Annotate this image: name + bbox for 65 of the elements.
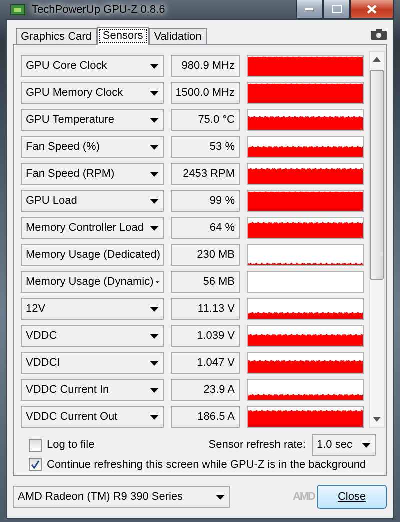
vendor-logo: AMD (292, 490, 315, 505)
caret-icon (150, 388, 159, 392)
caret-icon (150, 144, 159, 150)
camera-icon[interactable] (371, 29, 387, 40)
minimize-icon (305, 8, 314, 10)
sensor-value: 1.039 V (171, 325, 240, 347)
sensor-value: 53 % (171, 136, 240, 158)
tab[interactable]: Validation (149, 28, 207, 44)
log-to-file-checkbox[interactable]: Log to file (29, 438, 95, 452)
sensor-select[interactable]: GPU Memory Clock (21, 82, 164, 104)
sensor-select[interactable]: VDDC Current In (21, 379, 164, 401)
close-window-button[interactable] (350, 0, 394, 19)
sensor-select[interactable]: 12V (21, 298, 164, 320)
tab[interactable]: Graphics Card (16, 28, 97, 44)
continue-refreshing-checkbox[interactable]: Continue refreshing this screen while GPU-Z is in the background (29, 458, 366, 471)
caret-icon (150, 172, 159, 176)
caret-icon (150, 118, 159, 122)
minimize-button[interactable] (296, 0, 323, 19)
sensor-value: 99 % (171, 190, 240, 212)
sensor-select[interactable]: VDDC (21, 325, 164, 347)
caret-icon (150, 226, 159, 230)
sensor-value: 64 % (171, 217, 240, 239)
sensor-select[interactable]: Memory Usage (Dynamic) (21, 271, 164, 293)
sensor-value: 56 MB (171, 271, 240, 293)
sensor-value: 11.13 V (171, 298, 240, 320)
sensor-select[interactable]: GPU Load (21, 190, 164, 212)
sensor-select[interactable]: Memory Controller Load (21, 217, 164, 239)
sensor-select[interactable]: Memory Usage (Dedicated) (21, 244, 164, 266)
scrollbar[interactable] (369, 51, 385, 428)
maximize-button[interactable] (323, 0, 350, 19)
sensor-value: 980.9 MHz (171, 55, 240, 77)
sensor-select[interactable]: Fan Speed (%) (21, 136, 164, 158)
caret-icon (150, 306, 159, 312)
sensor-select[interactable]: VDDC Current Out (21, 406, 164, 428)
sensor-value: 1.047 V (171, 352, 240, 374)
window-title: TechPowerUp GPU-Z 0.8.6 (32, 4, 166, 16)
maximize-icon (332, 5, 342, 13)
tab[interactable]: Sensors (96, 27, 150, 45)
caret-icon (150, 64, 159, 68)
close-icon (367, 4, 377, 14)
app-icon (10, 2, 26, 16)
sensor-select[interactable]: GPU Temperature (21, 109, 164, 131)
refresh-rate-select[interactable]: 1.0 sec (312, 434, 376, 456)
sensor-value: 186.5 A (171, 406, 240, 428)
caret-icon (150, 360, 159, 366)
sensor-select[interactable]: GPU Core Clock (21, 55, 164, 77)
caret-icon (150, 334, 159, 338)
sensor-value: 1500.0 MHz (171, 82, 240, 104)
sensor-select[interactable]: Fan Speed (RPM) (21, 163, 164, 185)
caret-icon (150, 198, 159, 204)
refresh-rate-label: Sensor refresh rate: (208, 439, 306, 451)
close-button[interactable]: Close (317, 485, 387, 509)
sensor-select[interactable]: VDDCI (21, 352, 164, 374)
scroll-up-icon[interactable] (373, 57, 381, 62)
caret-icon (216, 494, 225, 500)
sensor-value: 230 MB (171, 244, 240, 266)
gpu-select[interactable]: AMD Radeon (TM) R9 390 Series (13, 486, 230, 508)
caret-icon (150, 90, 159, 96)
scroll-down-icon[interactable] (373, 417, 381, 422)
sensor-value: 23.9 A (171, 379, 240, 401)
caret-icon (362, 442, 371, 448)
sensor-value: 2453 RPM (171, 163, 240, 185)
caret-icon (150, 414, 159, 420)
sensor-value: 75.0 °C (171, 109, 240, 131)
checkmark-icon (31, 460, 40, 469)
